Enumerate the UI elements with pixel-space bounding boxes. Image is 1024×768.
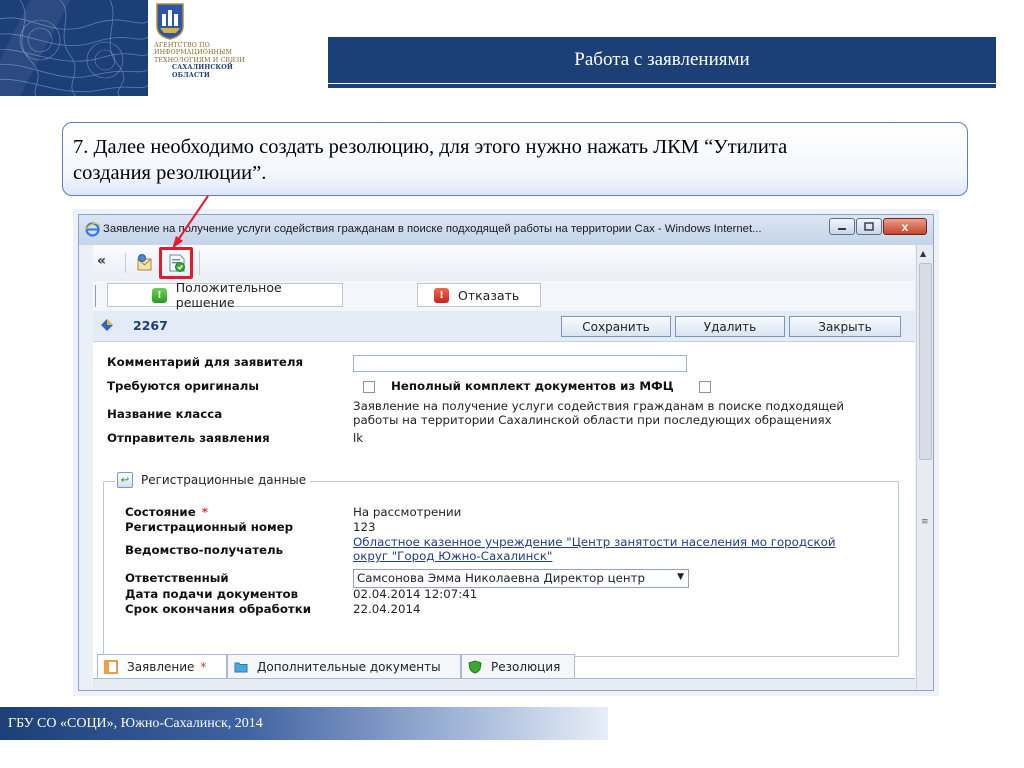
class-name-label: Название класса (107, 407, 223, 421)
registration-legend[interactable]: ↩ Регистрационные данные (115, 472, 311, 488)
chevron-down-icon[interactable]: ▼ (677, 572, 684, 582)
state-label: Состояние * (125, 505, 208, 519)
tab-additional-documents[interactable]: Дополнительные документы (227, 654, 461, 678)
agency-name: АГЕНТСТВО ПО ИНФОРМАЦИОННЫМ ТЕХНОЛОГИЯМ … (154, 42, 274, 79)
maximize-button[interactable] (856, 218, 882, 235)
instruction-line: 7. Далее необходимо создать резолюцию, д… (73, 136, 788, 158)
positive-decision-button[interactable]: ! Положительное решение (107, 280, 343, 310)
window-controls: x (829, 218, 927, 238)
comment-label: Комментарий для заявителя (107, 355, 304, 369)
state-value: На рассмотрении (353, 505, 462, 519)
agency-line: ИНФОРМАЦИОННЫМ (154, 49, 232, 57)
scroll-thumb[interactable] (919, 263, 932, 460)
instruction-callout: 7. Далее необходимо создать резолюцию, д… (62, 122, 968, 196)
positive-decision-label: Положительное решение (175, 280, 282, 310)
registration-number-label: Регистрационный номер (125, 520, 294, 534)
decision-bar: ! Положительное решение ! Отказать (93, 280, 915, 312)
vertical-scrollbar[interactable]: ▲ ≡ (916, 245, 933, 690)
window-titlebar: Заявление на получение услуги содействия… (79, 215, 933, 245)
originals-checkbox[interactable] (363, 381, 375, 393)
maximize-icon (864, 221, 874, 231)
registration-legend-label: Регистрационные данные (141, 473, 307, 487)
approve-icon: ! (152, 287, 167, 303)
state-label-text: Состояние (125, 505, 196, 519)
record-id: 2267 (133, 318, 168, 333)
required-mark: * (200, 659, 207, 674)
collapse-panel-button[interactable]: « (97, 253, 106, 269)
deadline-value: 22.04.2014 (353, 602, 421, 616)
shield-icon (468, 659, 482, 674)
incomplete-set-checkbox[interactable] (699, 381, 711, 393)
close-button[interactable]: Закрыть (789, 316, 901, 337)
save-button[interactable]: Сохранить (561, 316, 671, 337)
title-underline (328, 84, 996, 88)
deadline-label: Срок окончания обработки (125, 602, 312, 616)
reject-button[interactable]: ! Отказать (417, 283, 541, 307)
toolbar: « (93, 245, 915, 282)
minimize-icon (838, 227, 846, 230)
reject-icon: ! (434, 287, 449, 303)
incomplete-set-label: Неполный комплект документов из МФЦ (391, 379, 674, 393)
slide-footer: ГБУ СО «СОЦИ», Южно-Сахалинск, 2014 (0, 707, 608, 740)
tab-label: Заявление (127, 659, 195, 674)
decision-divider (95, 285, 96, 307)
sender-label: Отправитель заявления (107, 431, 270, 445)
class-name-value: работы на территории Сахалинской области… (353, 413, 832, 427)
application-content: « ! Положительное решение ! Отказать 226… (93, 245, 915, 690)
sender-value: lk (353, 431, 364, 445)
registration-number-value: 123 (353, 520, 376, 534)
tab-label: Резолюция (491, 659, 561, 674)
application-form: Комментарий для заявителя Требуются ориг… (93, 341, 915, 690)
toolbar-separator (199, 251, 200, 275)
class-name-value: Заявление на получение услуги содействия… (353, 399, 845, 413)
send-icon[interactable] (135, 253, 155, 273)
tab-strip: Заявление * Дополнительные документы Рез… (93, 654, 915, 679)
minimize-button[interactable] (829, 218, 855, 235)
originals-label: Требуются оригиналы (107, 379, 260, 393)
collapse-section-icon: ↩ (117, 472, 133, 488)
agency-line: АГЕНТСТВО ПО (154, 42, 210, 49)
record-header: 2267 Сохранить Удалить Закрыть (93, 311, 915, 342)
comment-input[interactable] (353, 355, 687, 372)
tab-panel (93, 679, 915, 690)
agency-line: ОБЛАСТИ (172, 71, 210, 79)
highlight-frame (159, 247, 193, 279)
browser-window: Заявление на получение услуги содействия… (78, 214, 934, 691)
delete-button[interactable]: Удалить (675, 316, 785, 337)
responsible-select[interactable]: Самсонова Эмма Николаевна Директор центр… (353, 569, 689, 588)
slide-title: Работа с заявлениями (328, 37, 996, 83)
diamond-icon (101, 319, 113, 331)
tab-application[interactable]: Заявление * (97, 654, 227, 678)
document-orange-icon (104, 659, 118, 674)
toolbar-separator (125, 253, 126, 273)
tab-label: Дополнительные документы (257, 659, 441, 674)
instruction-line: создания резолюции”. (73, 162, 267, 184)
responsible-label: Ответственный (125, 571, 229, 585)
topographic-map-decoration (0, 0, 148, 96)
submit-date-label: Дата подачи документов (125, 587, 299, 601)
recipient-agency-label: Ведомство-получатель (125, 543, 284, 557)
close-window-button[interactable]: x (883, 218, 927, 235)
scroll-up-icon[interactable]: ▲ (920, 249, 926, 258)
recipient-agency-link[interactable]: Областное казенное учреждение "Центр зан… (353, 535, 835, 549)
responsible-selected-value: Самсонова Эмма Николаевна Директор центр (357, 571, 645, 585)
sakhalin-emblem-logo (154, 2, 186, 40)
scroll-grip-icon: ≡ (921, 517, 929, 527)
window-title: Заявление на получение услуги содействия… (103, 223, 762, 235)
internet-explorer-icon (85, 222, 100, 237)
agency-line: САХАЛИНСКОЙ (172, 64, 233, 72)
reject-label: Отказать (458, 287, 520, 303)
recipient-agency-link[interactable]: округ "Город Южно-Сахалинск" (353, 549, 552, 563)
submit-date-value: 02.04.2014 12:07:41 (353, 587, 478, 601)
folder-icon (234, 662, 248, 672)
tab-resolution[interactable]: Резолюция (461, 654, 575, 678)
required-mark: * (201, 505, 208, 519)
